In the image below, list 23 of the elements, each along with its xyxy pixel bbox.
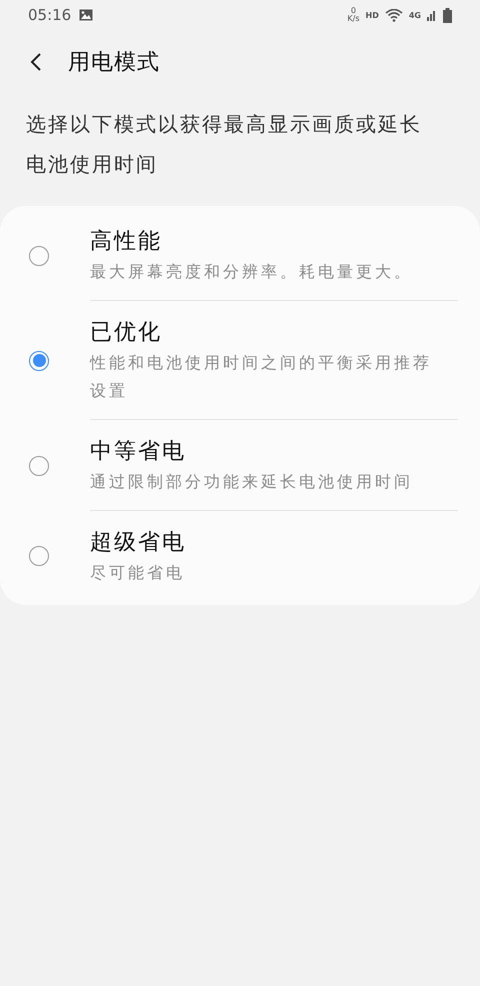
radio-button[interactable]	[29, 246, 49, 266]
image-icon	[79, 9, 94, 21]
mode-description: 性能和电池使用时间之间的平衡采用推荐设置	[90, 352, 433, 402]
mode-title: 已优化	[90, 319, 163, 347]
intro-text: 选择以下模式以获得最高显示画质或延长电池使用时间	[26, 111, 423, 178]
mode-description: 最大屏幕亮度和分辨率。耗电量更大。	[90, 261, 414, 283]
radio-button[interactable]	[29, 350, 49, 370]
network-type: 4G	[408, 10, 421, 20]
network-speed: 0 K/s	[347, 7, 360, 23]
mode-title: 中等省电	[90, 438, 187, 466]
mode-title: 高性能	[90, 228, 163, 256]
mode-description: 通过限制部分功能来延长电池使用时间	[90, 471, 414, 493]
wifi-icon	[384, 8, 403, 22]
battery-icon	[443, 8, 452, 22]
back-icon	[30, 53, 42, 71]
mode-description: 尽可能省电	[90, 562, 186, 584]
page-title: 用电模式	[68, 49, 160, 77]
signal-icon	[427, 9, 437, 21]
hd-indicator: HD	[366, 10, 379, 20]
status-time: 05:16	[28, 6, 72, 24]
mode-title: 超级省电	[90, 529, 187, 557]
radio-button[interactable]	[29, 546, 49, 566]
radio-button[interactable]	[29, 456, 49, 476]
